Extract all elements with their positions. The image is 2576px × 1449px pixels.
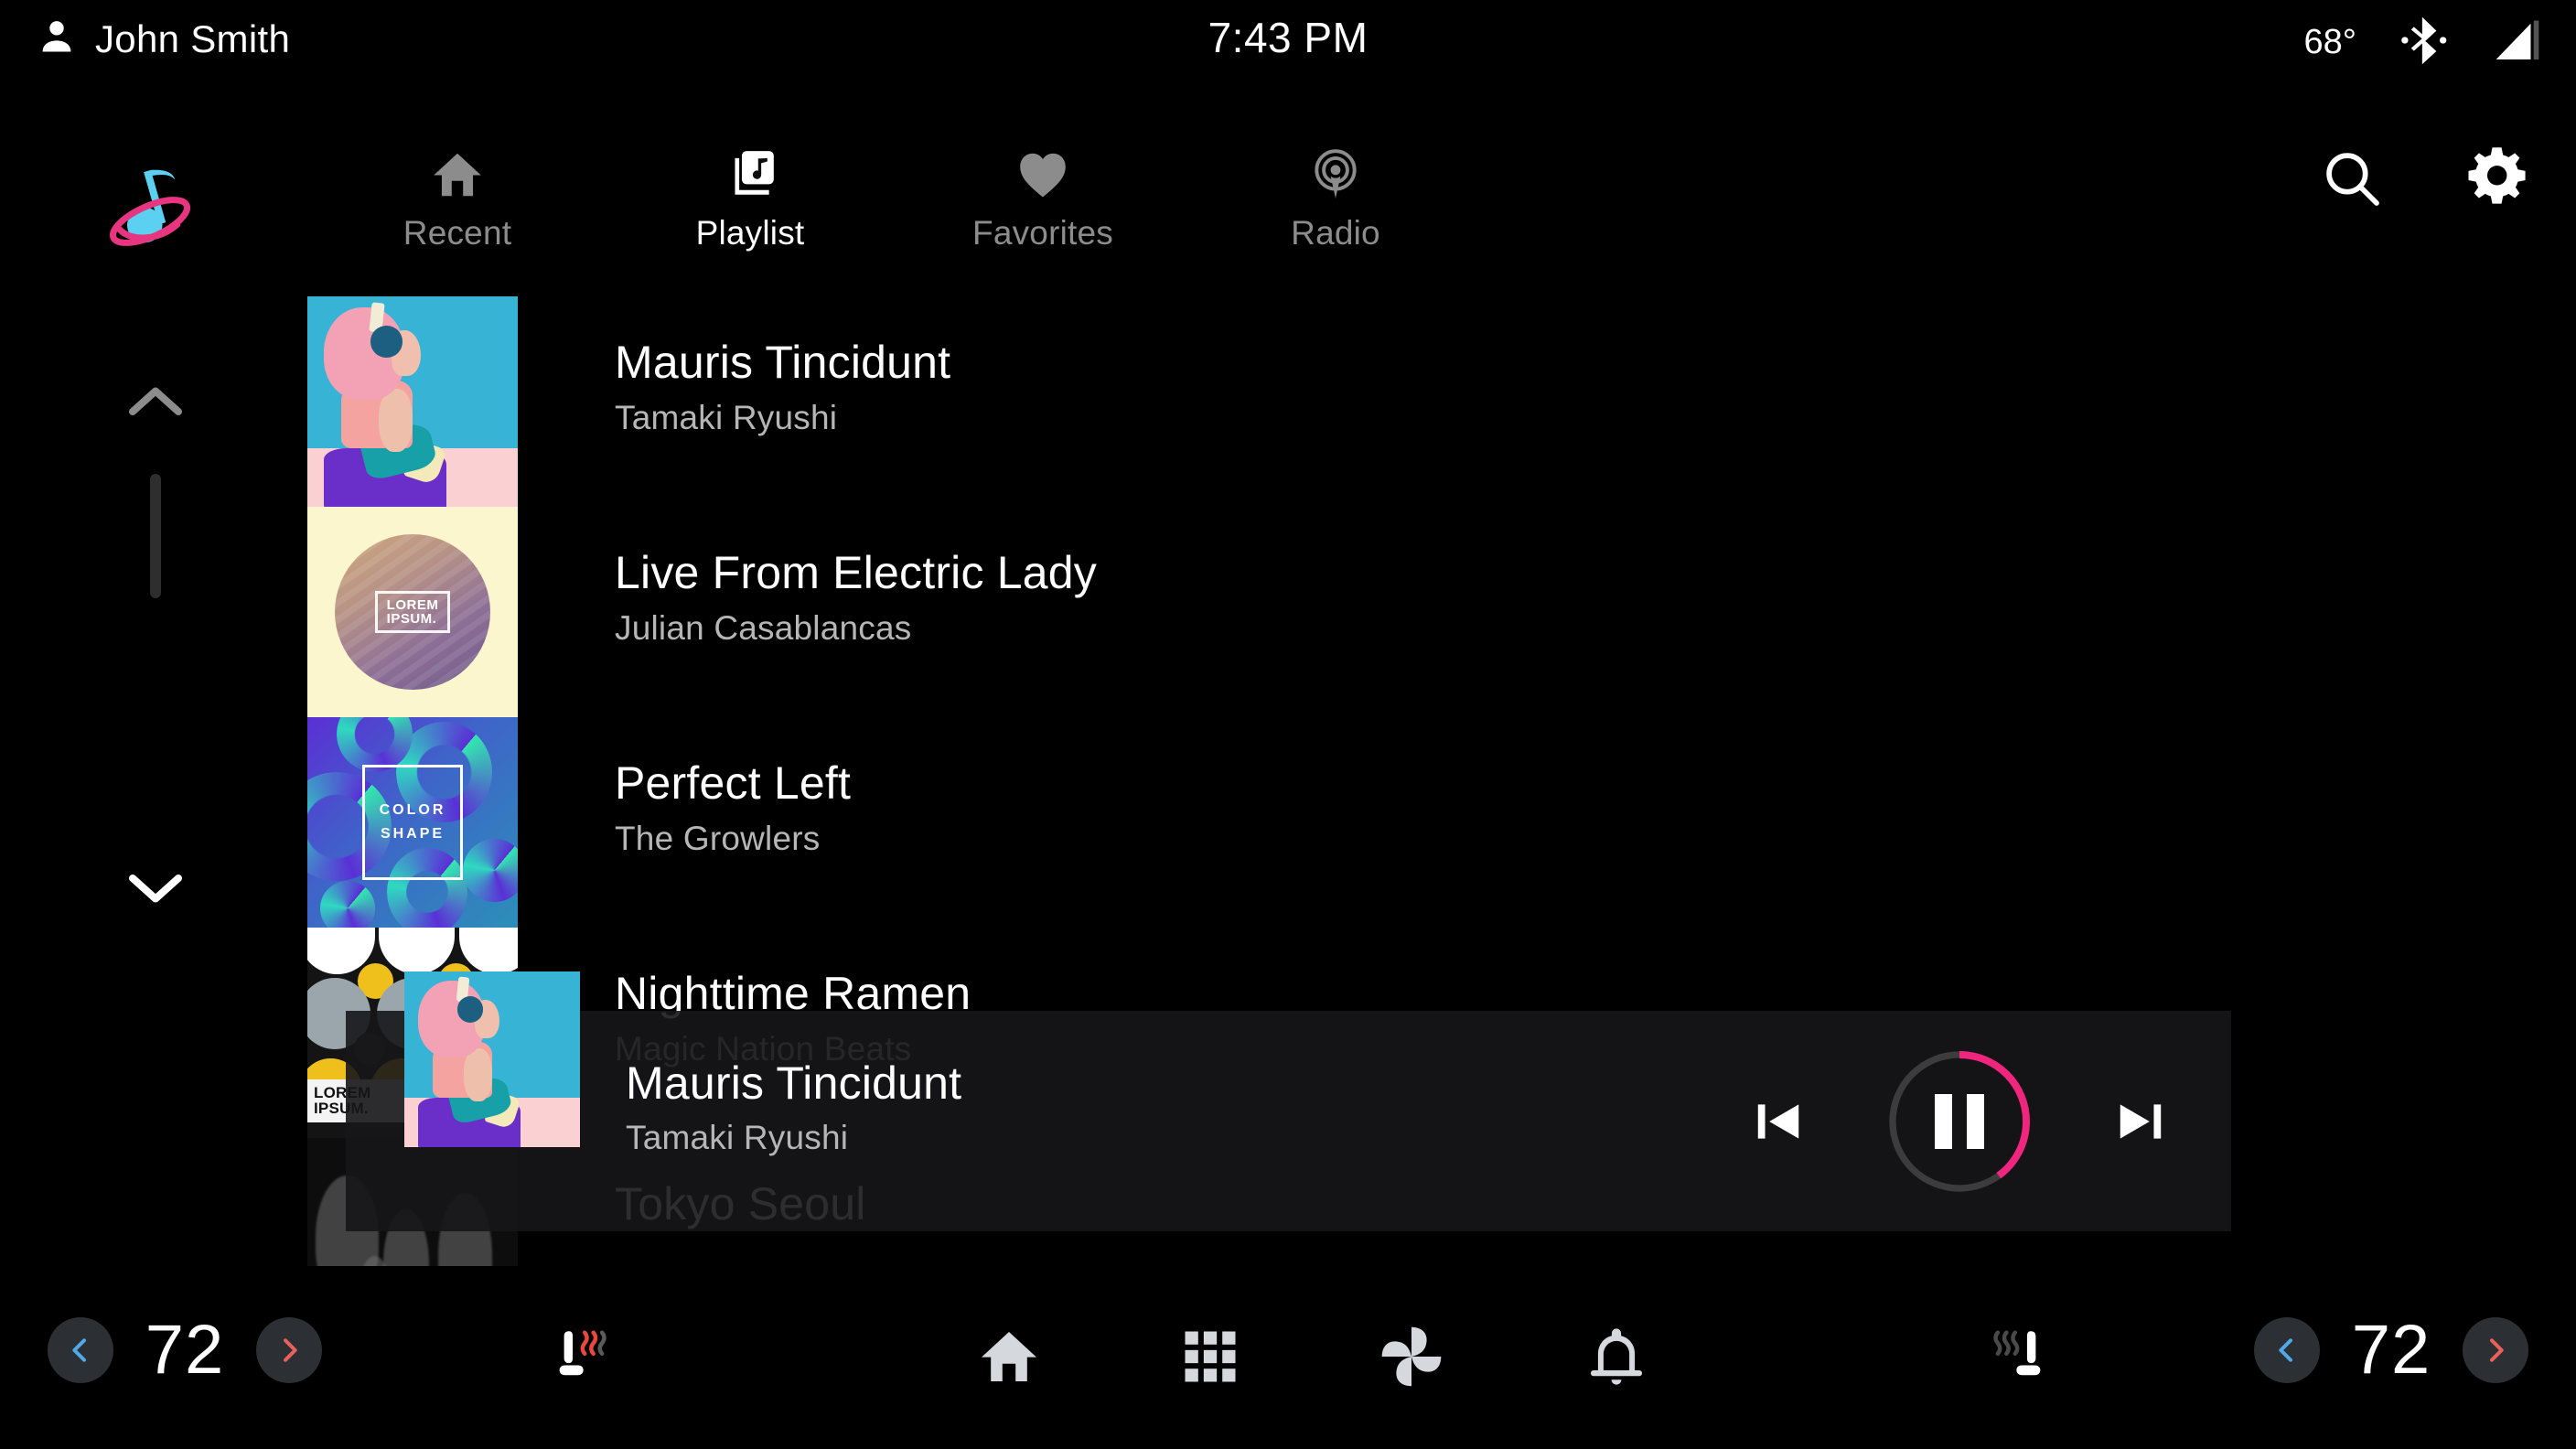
fan-icon[interactable]: [1361, 1306, 1462, 1407]
tab-label: Favorites: [972, 214, 1113, 252]
skip-previous-icon[interactable]: [1750, 1093, 1807, 1150]
seat-heater-left-icon[interactable]: [531, 1306, 631, 1407]
bottom-control-bar: 72 72: [0, 1288, 2576, 1449]
apps-grid-icon[interactable]: [1160, 1306, 1261, 1407]
tab-favorites[interactable]: Favorites: [896, 137, 1189, 252]
pause-glyph: [1935, 1093, 1984, 1149]
tab-label: Playlist: [695, 214, 805, 252]
track-row[interactable]: Mauris Tincidunt Tamaki Ryushi: [307, 296, 2576, 507]
track-title: Live From Electric Lady: [615, 547, 1097, 598]
track-artist: The Growlers: [615, 820, 821, 857]
now-playing-artist: Tamaki Ryushi: [626, 1119, 849, 1156]
cellular-signal-icon: [2492, 15, 2543, 70]
clock: 7:43 PM: [1208, 14, 1368, 61]
tab-playlist[interactable]: Playlist: [604, 137, 896, 252]
list-scrollbar: [108, 366, 203, 924]
bluetooth-icon: [2400, 15, 2448, 70]
tab-group: Recent Playlist Favorites Radio: [311, 137, 1482, 252]
tab-recent[interactable]: Recent: [311, 137, 604, 252]
skip-next-icon[interactable]: [2112, 1093, 2169, 1150]
infotainment-screen: John Smith 7:43 PM 68° Recent Playlist F…: [0, 0, 2576, 1449]
temp-increase-right-button[interactable]: [2463, 1316, 2528, 1383]
track-artist: Julian Casablancas: [615, 609, 912, 647]
bottom-icon-row: [0, 1306, 2576, 1425]
heart-icon: [1014, 137, 1071, 203]
radio-waves-icon: [1307, 137, 1364, 203]
scrollbar-thumb[interactable]: [150, 474, 161, 598]
track-row[interactable]: LOREM IPSUM. Live From Electric Lady Juli…: [307, 507, 2576, 717]
gear-icon[interactable]: [2420, 143, 2576, 214]
header-tab-bar: Recent Playlist Favorites Radio: [0, 137, 2576, 265]
track-title: Mauris Tincidunt: [615, 337, 951, 388]
now-playing-meta: Mauris Tincidunt Tamaki Ryushi: [626, 1057, 961, 1157]
track-artist: Tamaki Ryushi: [615, 399, 838, 436]
track-meta: Perfect Left The Growlers: [615, 717, 851, 858]
track-meta: Mauris Tincidunt Tamaki Ryushi: [615, 296, 950, 437]
tab-radio[interactable]: Radio: [1189, 137, 1482, 252]
bell-icon[interactable]: [1566, 1306, 1667, 1407]
seat-heater-right-icon[interactable]: [1969, 1306, 2069, 1407]
now-playing-bar[interactable]: Mauris Tincidunt Tamaki Ryushi: [346, 971, 2231, 1231]
playback-controls: [1750, 1011, 2169, 1231]
track-row[interactable]: COLOR SHAPE Perfect Left The Growlers: [307, 717, 2576, 928]
album-art: COLOR SHAPE: [307, 717, 518, 928]
tab-label: Radio: [1291, 214, 1380, 252]
chevron-up-icon[interactable]: [108, 366, 203, 439]
tab-label: Recent: [402, 214, 512, 252]
music-library-icon: [722, 137, 778, 203]
album-art: LOREM IPSUM.: [307, 507, 518, 717]
search-icon[interactable]: [2283, 145, 2420, 211]
track-title: Perfect Left: [615, 757, 852, 809]
status-bar: John Smith 7:43 PM 68°: [0, 0, 2576, 71]
album-art-label: COLOR SHAPE: [361, 765, 464, 880]
status-indicators: 68°: [2304, 15, 2543, 70]
temp-value-right: 72: [2351, 1311, 2431, 1389]
pause-icon[interactable]: [1884, 1046, 2035, 1197]
home-icon: [429, 137, 486, 203]
now-playing-album-art: [404, 971, 580, 1147]
track-meta: Live From Electric Lady Julian Casablanc…: [615, 507, 1097, 648]
now-playing-title: Mauris Tincidunt: [626, 1057, 962, 1109]
chevron-down-icon[interactable]: [108, 851, 203, 924]
album-art-label: LOREM IPSUM.: [374, 590, 451, 634]
climate-right: 72: [2254, 1310, 2528, 1390]
home-icon[interactable]: [959, 1306, 1059, 1407]
header-actions: [2283, 143, 2576, 214]
outside-temperature: 68°: [2303, 23, 2356, 61]
music-note-planet-logo[interactable]: [99, 157, 201, 260]
album-art: [307, 296, 518, 507]
temp-decrease-right-button[interactable]: [2254, 1316, 2320, 1383]
